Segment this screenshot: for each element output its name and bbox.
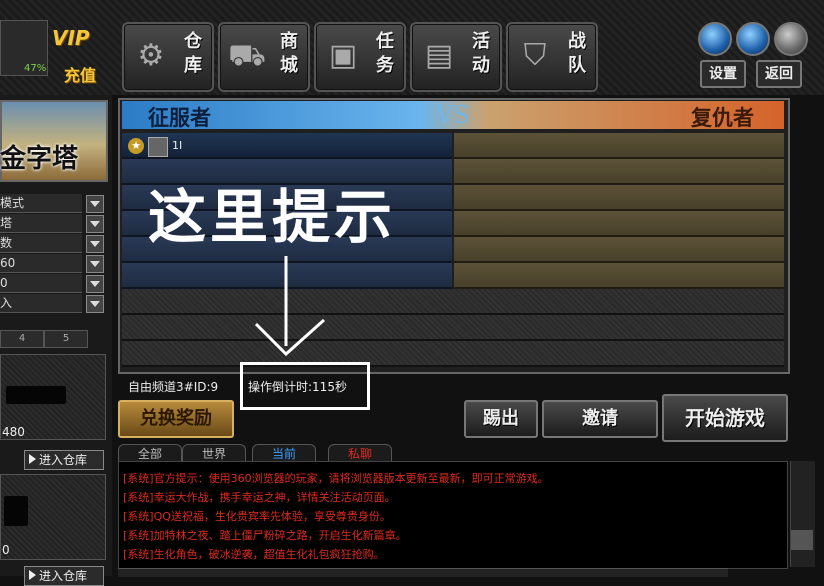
option-label: 入 xyxy=(0,296,13,310)
vip-badge[interactable]: VIP xyxy=(52,26,90,50)
host-star-icon: ★ xyxy=(128,138,144,154)
nav-tasks-button[interactable]: ▣ 任务 xyxy=(314,22,406,92)
team-header: 征服者 VS 复仇者 xyxy=(122,101,784,130)
scale-icon[interactable] xyxy=(774,22,808,56)
option-label: 数 xyxy=(0,236,13,250)
team-left-label: 征服者 xyxy=(148,106,211,130)
chevron-down-icon[interactable] xyxy=(86,235,104,253)
enter-warehouse-button[interactable]: 进入仓库 xyxy=(24,566,104,586)
option-label: 塔 xyxy=(0,216,13,230)
world-icon[interactable] xyxy=(736,22,770,56)
countdown-label: 操作倒计时:115秒 xyxy=(248,380,347,394)
option-row[interactable]: 数 xyxy=(0,234,104,253)
nav-label: 活动 xyxy=(472,31,490,76)
closed-slot[interactable] xyxy=(122,341,784,367)
nav-shop-button[interactable]: ⛟ 商城 xyxy=(218,22,310,92)
rank-badge-icon xyxy=(148,137,168,157)
chat-line: [系统]加特林之夜、踏上僵尸粉碎之路，开启生化新篇章。 xyxy=(123,529,407,542)
chevron-down-icon[interactable] xyxy=(86,275,104,293)
down-arrow-icon xyxy=(254,256,326,357)
nav-label: 任务 xyxy=(376,31,394,76)
player-slot-right[interactable] xyxy=(454,159,784,185)
nav-clan-button[interactable]: ⛉ 战队 xyxy=(506,22,598,92)
start-game-button[interactable]: 开始游戏 xyxy=(662,394,788,442)
nav-label: 商城 xyxy=(280,31,298,76)
nav-label: 战队 xyxy=(568,31,586,76)
chevron-down-icon[interactable] xyxy=(86,215,104,233)
book-icon: ▤ xyxy=(424,38,454,73)
back-button[interactable]: 返回 xyxy=(756,60,802,88)
enter-warehouse-label: 进入仓库 xyxy=(39,453,88,467)
play-icon xyxy=(29,570,36,580)
closed-slot[interactable] xyxy=(122,289,784,315)
option-row[interactable]: 模式 xyxy=(0,194,104,213)
chat-line: [系统]官方提示：使用360浏览器的玩家，请将浏览器版本更新至最新，即可正常游戏… xyxy=(123,472,549,485)
option-label: 模式 xyxy=(0,196,25,210)
play-icon xyxy=(29,454,36,464)
chat-scroll-thumb[interactable] xyxy=(791,530,813,550)
chat-line: [系统]QQ送祝福，生化贵宾率先体验，享受尊贵身份。 xyxy=(123,510,391,523)
nav-warehouse-button[interactable]: ⚙ 仓库 xyxy=(122,22,214,92)
nav-events-button[interactable]: ▤ 活动 xyxy=(410,22,502,92)
cart-icon: ⛟ xyxy=(228,38,266,73)
gun-icon xyxy=(6,386,66,404)
enter-warehouse-label: 进入仓库 xyxy=(39,569,88,583)
player-slot-right[interactable] xyxy=(454,263,784,289)
weapon-tab-4[interactable]: 4 xyxy=(0,330,44,348)
option-label: 60 xyxy=(0,256,16,270)
settings-button[interactable]: 设置 xyxy=(700,60,746,88)
exp-label: 47% xyxy=(24,63,47,74)
weapon-level: 480 xyxy=(2,425,25,439)
chat-tabs: 全部 世界 当前 私聊 xyxy=(118,444,408,463)
option-row[interactable]: 塔 xyxy=(0,214,104,233)
option-row[interactable]: 入 xyxy=(0,294,104,313)
chat-scrollbar[interactable] xyxy=(790,461,815,567)
option-row[interactable]: 60 xyxy=(0,254,104,273)
shield-icon: ⛉ xyxy=(523,38,547,73)
team-right-label: 复仇者 xyxy=(691,106,754,130)
redeem-reward-button[interactable]: 兑换奖励 xyxy=(118,400,234,438)
recharge-button[interactable]: 充值 xyxy=(64,62,96,86)
kick-button[interactable]: 踢出 xyxy=(464,400,538,438)
briefcase-icon: ▣ xyxy=(328,38,358,73)
chat-line: [系统]生化角色，破冰逆袭，超值生化礼包疯狂抢购。 xyxy=(123,548,385,561)
player-slot-right[interactable] xyxy=(454,237,784,263)
chat-line: [系统]幸运大作战，携手幸运之神，详情关注活动页面。 xyxy=(123,491,396,504)
chevron-down-icon[interactable] xyxy=(86,195,104,213)
vs-label: VS xyxy=(436,101,470,129)
chevron-down-icon[interactable] xyxy=(86,295,104,313)
player-slot-right[interactable] xyxy=(454,185,784,211)
player-slot-right[interactable] xyxy=(454,211,784,237)
map-name: 金字塔 xyxy=(0,144,79,174)
chat-log[interactable]: [系统]官方提示：使用360浏览器的玩家，请将浏览器版本更新至最新，即可正常游戏… xyxy=(118,461,788,569)
closed-slot[interactable] xyxy=(122,315,784,341)
enter-warehouse-button[interactable]: 进入仓库 xyxy=(24,450,104,470)
globe-icon[interactable] xyxy=(698,22,732,56)
invite-button[interactable]: 邀请 xyxy=(542,400,658,438)
chevron-down-icon[interactable] xyxy=(86,255,104,273)
weapon-level: 0 xyxy=(2,543,10,557)
nav-label: 仓库 xyxy=(184,31,202,76)
option-label: 0 xyxy=(0,276,8,290)
player-slot-right[interactable] xyxy=(454,133,784,159)
option-row[interactable]: 0 xyxy=(0,274,104,293)
weapon-tab-5[interactable]: 5 xyxy=(44,330,88,348)
gun-icon: ⚙ xyxy=(137,38,165,73)
gun-icon xyxy=(4,496,28,526)
channel-label: 自由频道3#ID:9 xyxy=(128,380,219,394)
hint-annotation: 这里提示 xyxy=(148,183,397,251)
player-name: 1I xyxy=(172,139,183,152)
